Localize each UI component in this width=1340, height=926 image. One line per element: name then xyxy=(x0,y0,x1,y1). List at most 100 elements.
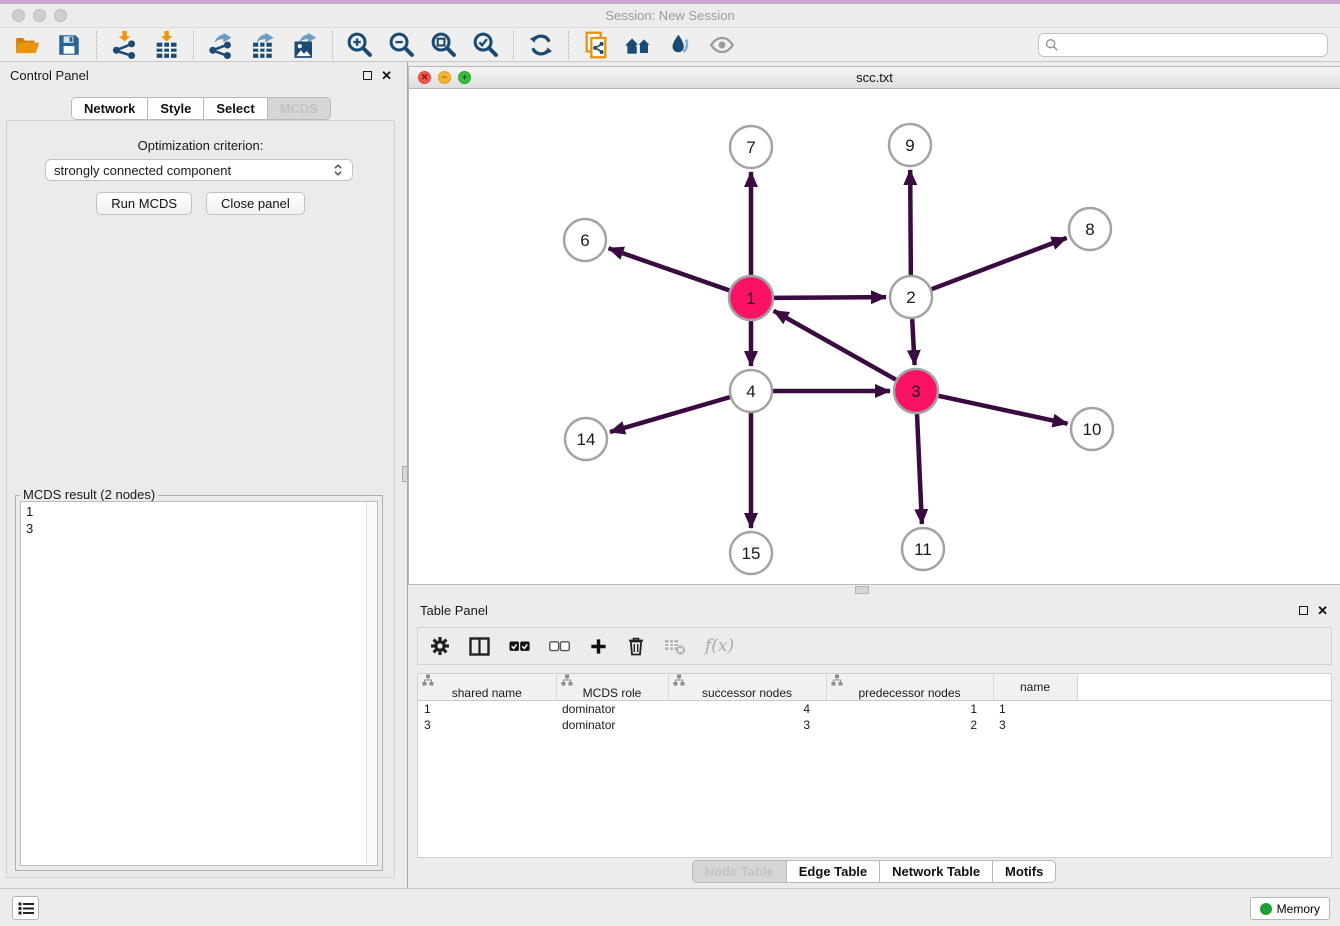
export-image-button[interactable] xyxy=(284,29,326,61)
open-session-button[interactable] xyxy=(6,29,48,61)
show-hide-panels-button[interactable] xyxy=(701,29,743,61)
float-table-panel-icon[interactable] xyxy=(1299,606,1308,615)
edge-3-11[interactable] xyxy=(917,414,922,524)
network-maximize-button[interactable]: + xyxy=(458,71,471,84)
close-table-panel-icon[interactable]: ✕ xyxy=(1317,604,1328,617)
mcds-result-text[interactable]: 13 xyxy=(20,501,378,866)
network-window-titlebar[interactable]: ✕ − + scc.txt xyxy=(409,67,1340,89)
edge-3-10[interactable] xyxy=(938,396,1067,424)
add-column-button[interactable] xyxy=(589,637,608,656)
zoom-out-icon xyxy=(388,31,416,59)
chevron-up-down-icon xyxy=(332,163,344,177)
horizontal-splitter-grip[interactable] xyxy=(855,586,869,594)
edge-2-9[interactable] xyxy=(910,170,911,275)
search-field[interactable] xyxy=(1038,33,1328,57)
import-table-icon xyxy=(152,31,180,59)
export-network-icon xyxy=(207,31,235,59)
graph-node-1[interactable]: 1 xyxy=(729,276,773,320)
toolbar-separator xyxy=(568,31,569,59)
table-row[interactable]: 3dominator323 xyxy=(418,717,1331,733)
column-header[interactable]: shared name xyxy=(418,674,556,701)
network-minimize-button[interactable]: − xyxy=(438,71,451,84)
checked-boxes-icon xyxy=(509,641,530,652)
graph-node-7[interactable]: 7 xyxy=(730,126,772,168)
zoom-selected-button[interactable] xyxy=(465,29,507,61)
edge-1-2[interactable] xyxy=(774,297,886,298)
table-panel-tabs: Node TableEdge TableNetwork TableMotifs xyxy=(408,860,1340,883)
float-panel-icon[interactable] xyxy=(363,71,372,80)
svg-text:8: 8 xyxy=(1085,220,1094,239)
tab-network-table[interactable]: Network Table xyxy=(879,860,993,883)
close-panel-icon[interactable]: ✕ xyxy=(381,69,392,82)
tab-node-table[interactable]: Node Table xyxy=(692,860,787,883)
export-network-button[interactable] xyxy=(200,29,242,61)
zoom-selected-icon xyxy=(472,31,500,59)
save-session-button[interactable] xyxy=(48,29,90,61)
edge-1-6[interactable] xyxy=(609,248,730,290)
refresh-icon xyxy=(528,32,554,58)
svg-text:1: 1 xyxy=(746,289,755,308)
edge-2-3[interactable] xyxy=(912,319,914,365)
node-table-header-row[interactable]: shared nameMCDS rolesuccessor nodesprede… xyxy=(418,674,1331,701)
column-header[interactable]: successor nodes xyxy=(668,674,826,701)
column-header[interactable]: name xyxy=(993,674,1077,701)
column-header[interactable]: predecessor nodes xyxy=(826,674,993,701)
network-close-button[interactable]: ✕ xyxy=(418,71,431,84)
node-table-container[interactable]: shared nameMCDS rolesuccessor nodesprede… xyxy=(417,673,1332,858)
import-table-button[interactable] xyxy=(145,29,187,61)
duplicate-network-button[interactable] xyxy=(575,29,617,61)
tab-motifs[interactable]: Motifs xyxy=(992,860,1056,883)
network-canvas[interactable]: 7 9 6 8 1 2 4 3 14 10 15 11 xyxy=(409,89,1340,584)
first-neighbors-button[interactable] xyxy=(617,29,659,61)
table-settings-button[interactable] xyxy=(430,636,450,656)
graph-node-15[interactable]: 15 xyxy=(730,532,772,574)
import-network-button[interactable] xyxy=(103,29,145,61)
edge-3-1[interactable] xyxy=(774,311,896,380)
graph-node-2[interactable]: 2 xyxy=(890,276,932,318)
close-panel-button[interactable]: Close panel xyxy=(206,192,305,215)
zoom-out-button[interactable] xyxy=(381,29,423,61)
network-title: scc.txt xyxy=(409,70,1340,85)
edge-2-8[interactable] xyxy=(932,238,1067,289)
graph-node-11[interactable]: 11 xyxy=(902,528,944,570)
graph-node-10[interactable]: 10 xyxy=(1071,408,1113,450)
zoom-fit-button[interactable] xyxy=(423,29,465,61)
search-input[interactable] xyxy=(1063,38,1321,52)
apply-style-button[interactable] xyxy=(659,29,701,61)
graph-node-14[interactable]: 14 xyxy=(565,418,607,460)
apply-style-icon xyxy=(667,32,693,58)
result-scrollbar[interactable] xyxy=(366,502,377,865)
graph-node-3[interactable]: 3 xyxy=(894,369,938,413)
criterion-select[interactable]: strongly connected component xyxy=(45,159,353,181)
tab-style[interactable]: Style xyxy=(147,97,204,120)
table-panel: Table Panel ✕ f(x) shared nameMCDS roles… xyxy=(408,597,1340,888)
edge-4-14[interactable] xyxy=(610,397,730,432)
graph-node-9[interactable]: 9 xyxy=(889,124,931,166)
task-history-button[interactable] xyxy=(12,896,39,920)
graph-node-8[interactable]: 8 xyxy=(1069,208,1111,250)
tab-select[interactable]: Select xyxy=(203,97,267,120)
tab-edge-table[interactable]: Edge Table xyxy=(786,860,880,883)
memory-button[interactable]: Memory xyxy=(1250,897,1330,920)
column-header[interactable]: MCDS role xyxy=(556,674,668,701)
export-table-button[interactable] xyxy=(242,29,284,61)
toggle-columns-button[interactable] xyxy=(469,637,490,656)
run-mcds-button[interactable]: Run MCDS xyxy=(96,192,192,215)
select-all-columns-button[interactable] xyxy=(509,641,530,652)
table-row[interactable]: 1dominator411 xyxy=(418,701,1331,717)
graph-node-6[interactable]: 6 xyxy=(564,219,606,261)
delete-columns-button[interactable] xyxy=(627,636,645,656)
tab-mcds[interactable]: MCDS xyxy=(267,97,331,120)
delete-table-button[interactable] xyxy=(664,638,686,655)
deselect-all-columns-button[interactable] xyxy=(549,641,570,652)
svg-text:7: 7 xyxy=(746,138,755,157)
svg-text:14: 14 xyxy=(577,430,596,449)
columns-icon xyxy=(469,637,490,656)
mcds-panel: Optimization criterion: strongly connect… xyxy=(6,120,395,878)
tab-network[interactable]: Network xyxy=(71,97,148,120)
network-graph: 7 9 6 8 1 2 4 3 14 10 15 11 xyxy=(409,89,1340,586)
svg-text:6: 6 xyxy=(580,231,589,250)
zoom-in-button[interactable] xyxy=(339,29,381,61)
refresh-layout-button[interactable] xyxy=(520,29,562,61)
graph-node-4[interactable]: 4 xyxy=(730,370,772,412)
